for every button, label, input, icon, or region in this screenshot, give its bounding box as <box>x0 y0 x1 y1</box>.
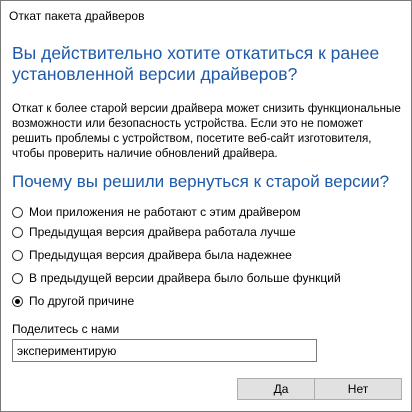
reason-option-more-features[interactable]: В предыдущей версии драйвера было больше… <box>12 269 402 287</box>
radio-icon[interactable] <box>12 249 23 261</box>
reason-option-label: Предыдущая версия драйвера была надежнее <box>29 248 292 262</box>
dialog-heading: Вы действительно хотите откатиться к ран… <box>12 43 380 84</box>
radio-icon[interactable] <box>12 226 23 238</box>
rollback-dialog: Откат пакета драйверов Вы действительно … <box>0 0 412 412</box>
reason-option-label: Предыдущая версия драйвера работала лучш… <box>29 225 296 239</box>
window-title: Откат пакета драйверов <box>9 9 145 23</box>
reason-option-label: По другой причине <box>29 294 135 308</box>
reason-question: Почему вы решили вернуться к старой верс… <box>12 171 407 192</box>
reason-option-label: В предыдущей версии драйвера было больше… <box>29 271 341 285</box>
dialog-description: Откат к более старой версии драйвера мож… <box>12 102 401 160</box>
radio-checked-icon[interactable] <box>12 295 23 307</box>
reason-option-more-reliable[interactable]: Предыдущая версия драйвера была надежнее <box>12 246 402 264</box>
share-input[interactable] <box>12 339 317 362</box>
radio-icon[interactable] <box>12 206 23 218</box>
reason-option-apps-not-working[interactable]: Мои приложения не работают с этим драйве… <box>12 203 402 221</box>
radio-icon[interactable] <box>12 272 23 284</box>
yes-button[interactable]: Да <box>237 378 325 400</box>
title-bar[interactable]: Откат пакета драйверов <box>1 1 411 31</box>
reason-option-label: Мои приложения не работают с этим драйве… <box>29 205 301 219</box>
no-button[interactable]: Нет <box>314 378 402 400</box>
reason-option-worked-better[interactable]: Предыдущая версия драйвера работала лучш… <box>12 223 402 241</box>
share-label: Поделитесь с нами <box>12 322 120 336</box>
reason-option-other[interactable]: По другой причине <box>12 292 402 310</box>
